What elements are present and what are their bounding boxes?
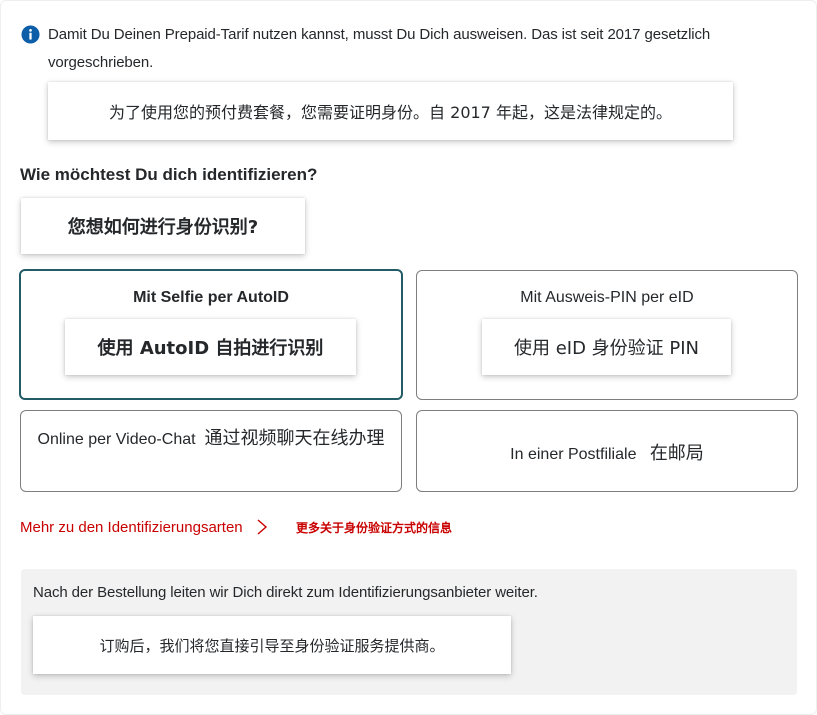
notice-text: Nach der Bestellung leiten wir Dich dire… <box>33 584 538 601</box>
more-link-label: Mehr zu den Identifizierungsarten <box>20 518 243 536</box>
option-translation: 使用 AutoID 自拍进行识别 <box>65 319 356 375</box>
option-translation: 在邮局 <box>649 443 704 464</box>
more-link-translation: 更多关于身份验证方式的信息 <box>296 521 453 535</box>
option-label-group: In einer Postfiliale 在邮局 <box>417 439 797 465</box>
option-translation: 使用 eID 身份验证 PIN <box>482 319 731 375</box>
option-label-group: Online per Video-Chat 通过视频聊天在线办理 <box>37 427 385 451</box>
option-translation: 通过视频聊天在线办理 <box>204 428 385 449</box>
option-label: Online per Video-Chat <box>37 431 196 448</box>
info-text: Damit Du Deinen Prepaid-Tarif nutzen kan… <box>48 26 711 71</box>
notice-translation: 订购后，我们将您直接引导至身份验证服务提供商。 <box>33 616 511 674</box>
option-label: Mit Ausweis-PIN per eID <box>520 289 694 306</box>
option-label: In einer Postfiliale <box>510 446 637 463</box>
option-video-chat[interactable]: Online per Video-Chat 通过视频聊天在线办理 <box>20 410 402 492</box>
question-heading: Wie möchtest Du dich identifizieren? <box>20 165 318 184</box>
question-translation: 您想如何进行身份识别? <box>21 198 305 254</box>
info-icon <box>21 25 40 44</box>
chevron-right-icon <box>257 519 267 535</box>
more-identification-link[interactable]: Mehr zu den Identifizierungsarten <box>20 517 269 537</box>
option-label: Mit Selfie per AutoID <box>133 289 289 306</box>
info-translation: 为了使用您的预付费套餐，您需要证明身份。自 2017 年起，这是法律规定的。 <box>48 82 733 140</box>
option-post-office[interactable]: In einer Postfiliale 在邮局 <box>416 410 798 492</box>
